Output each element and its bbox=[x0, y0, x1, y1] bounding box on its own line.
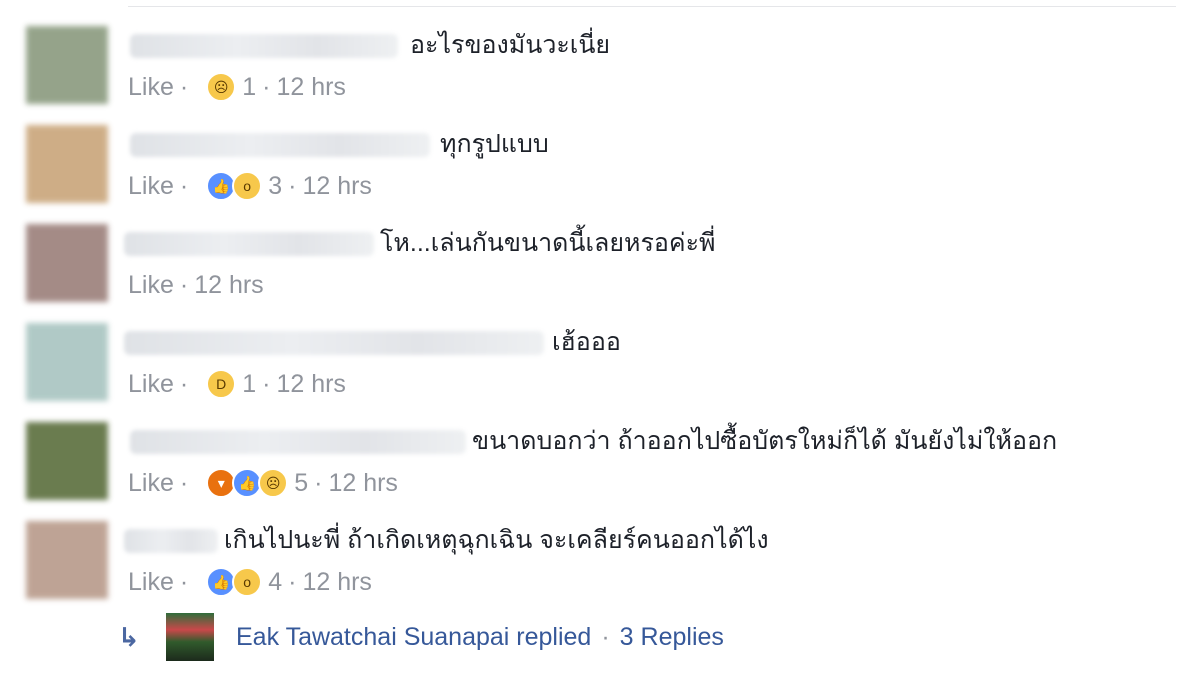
comment-item: เฮ้อออ Like · D 1 · 12 hrs bbox=[0, 319, 1200, 418]
haha-reaction-icon: D bbox=[206, 369, 237, 399]
separator: · bbox=[601, 622, 610, 651]
comment-text: เฮ้อออ bbox=[552, 328, 621, 356]
sad-reaction-icon: ☹ bbox=[206, 72, 237, 102]
separator: · bbox=[179, 271, 189, 299]
comment-text: ขนาดบอกว่า ถ้าออกไปซื้อบัตรใหม่ก็ได้ มัน… bbox=[472, 427, 1058, 455]
separator: · bbox=[179, 568, 189, 596]
avatar[interactable] bbox=[26, 422, 108, 500]
reply-avatar[interactable] bbox=[166, 613, 214, 661]
commenter-name-blurred[interactable] bbox=[124, 232, 374, 256]
comment-meta: Like · D 1 · 12 hrs bbox=[128, 369, 346, 399]
separator: · bbox=[262, 370, 271, 398]
reaction-count: 3 bbox=[268, 172, 283, 200]
reply-count-link[interactable]: 3 Replies bbox=[620, 623, 724, 652]
commenter-name-blurred[interactable] bbox=[130, 430, 466, 454]
reaction-summary[interactable]: 👍 o 3 bbox=[206, 171, 282, 201]
comment-text: เกินไปนะพี่ ถ้าเกิดเหตุฉุกเฉิน จะเคลียร์… bbox=[224, 526, 769, 554]
timestamp[interactable]: 12 hrs bbox=[328, 468, 397, 498]
avatar[interactable] bbox=[26, 521, 108, 599]
separator: · bbox=[179, 172, 189, 200]
comment-text: โห...เล่นกันขนาดนี้เลยหรอค่ะพี่ bbox=[380, 229, 716, 257]
timestamp[interactable]: 12 hrs bbox=[276, 72, 345, 102]
like-link[interactable]: Like bbox=[128, 468, 174, 498]
like-link[interactable]: Like bbox=[128, 369, 174, 399]
commenter-name-blurred[interactable] bbox=[130, 133, 430, 157]
like-link[interactable]: Like bbox=[128, 171, 174, 201]
wow-reaction-icon: o bbox=[232, 567, 263, 597]
reaction-count: 1 bbox=[242, 73, 257, 101]
comment-item: เกินไปนะพี่ ถ้าเกิดเหตุฉุกเฉิน จะเคลียร์… bbox=[0, 517, 1200, 616]
timestamp[interactable]: 12 hrs bbox=[302, 567, 371, 597]
wow-reaction-icon: o bbox=[232, 171, 263, 201]
separator: · bbox=[179, 469, 189, 497]
avatar[interactable] bbox=[26, 224, 108, 302]
replies-summary[interactable]: ↳ Eak Tawatchai Suanapai replied · 3 Rep… bbox=[118, 612, 724, 662]
reaction-count: 1 bbox=[242, 370, 257, 398]
comment-text: อะไรของมันวะเนี่ย bbox=[410, 31, 611, 59]
reaction-summary[interactable]: ☹ 1 bbox=[206, 72, 256, 102]
reaction-summary[interactable]: ▾ 👍 ☹ 5 bbox=[206, 468, 308, 498]
comment-meta: Like · ☹ 1 · 12 hrs bbox=[128, 72, 346, 102]
commenter-name-blurred[interactable] bbox=[130, 34, 398, 58]
avatar[interactable] bbox=[26, 323, 108, 401]
comment-meta: Like · 👍 o 3 · 12 hrs bbox=[128, 171, 372, 201]
like-link[interactable]: Like bbox=[128, 270, 174, 300]
comment-item: โห...เล่นกันขนาดนี้เลยหรอค่ะพี่ Like · 1… bbox=[0, 220, 1200, 319]
comment-item: ทุกรูปแบบ Like · 👍 o 3 · 12 hrs bbox=[0, 121, 1200, 220]
reaction-count: 5 bbox=[294, 469, 309, 497]
timestamp[interactable]: 12 hrs bbox=[302, 171, 371, 201]
commenter-name-blurred[interactable] bbox=[124, 331, 544, 355]
reply-arrow-icon: ↳ bbox=[118, 621, 140, 652]
separator: · bbox=[288, 172, 297, 200]
reaction-summary[interactable]: 👍 o 4 bbox=[206, 567, 282, 597]
timestamp[interactable]: 12 hrs bbox=[276, 369, 345, 399]
timestamp[interactable]: 12 hrs bbox=[194, 270, 263, 300]
reply-author[interactable]: Eak Tawatchai Suanapai replied bbox=[236, 623, 591, 652]
reaction-count: 4 bbox=[268, 568, 283, 596]
like-link[interactable]: Like bbox=[128, 567, 174, 597]
sad-reaction-icon: ☹ bbox=[258, 468, 289, 498]
separator: · bbox=[314, 469, 323, 497]
comment-item: ขนาดบอกว่า ถ้าออกไปซื้อบัตรใหม่ก็ได้ มัน… bbox=[0, 418, 1200, 517]
comment-text: ทุกรูปแบบ bbox=[440, 130, 549, 158]
avatar[interactable] bbox=[26, 26, 108, 104]
comment-meta: Like · 👍 o 4 · 12 hrs bbox=[128, 567, 372, 597]
separator: · bbox=[288, 568, 297, 596]
comment-meta: Like · ▾ 👍 ☹ 5 · 12 hrs bbox=[128, 468, 398, 498]
commenter-name-blurred[interactable] bbox=[124, 529, 218, 553]
separator: · bbox=[179, 370, 189, 398]
comment-meta: Like · 12 hrs bbox=[128, 270, 264, 300]
like-link[interactable]: Like bbox=[128, 72, 174, 102]
separator: · bbox=[262, 73, 271, 101]
comment-item: อะไรของมันวะเนี่ย Like · ☹ 1 · 12 hrs bbox=[0, 22, 1200, 121]
top-divider bbox=[128, 6, 1176, 7]
separator: · bbox=[179, 73, 189, 101]
avatar[interactable] bbox=[26, 125, 108, 203]
reaction-summary[interactable]: D 1 bbox=[206, 369, 256, 399]
